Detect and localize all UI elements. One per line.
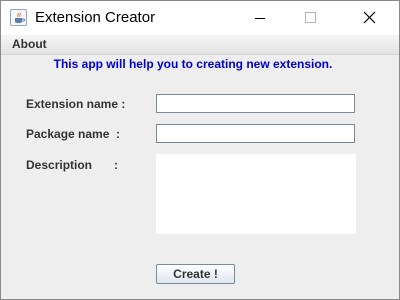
description-label: Description — [26, 158, 93, 172]
subtitle-text: This app will help you to creating new e… — [53, 57, 333, 71]
maximize-icon — [305, 12, 316, 23]
minimize-button[interactable] — [237, 1, 283, 35]
java-cup-icon — [10, 9, 27, 26]
window-title: Extension Creator — [35, 9, 156, 26]
app-window: Extension Creator About This app will he… — [0, 0, 400, 300]
package-name-label: Package name : — [26, 127, 121, 141]
minimize-icon — [255, 18, 265, 19]
description-colon: : — [114, 158, 118, 172]
extension-name-input[interactable] — [156, 94, 355, 113]
menu-bar: About — [1, 35, 399, 55]
maximize-button[interactable] — [287, 1, 333, 35]
menu-about[interactable]: About — [8, 37, 51, 51]
extension-name-label: Extension name : — [26, 97, 126, 111]
description-textarea[interactable] — [156, 154, 356, 234]
package-name-input[interactable] — [156, 124, 355, 143]
title-bar[interactable]: Extension Creator — [1, 1, 399, 35]
close-button[interactable] — [346, 1, 392, 35]
create-button[interactable]: Create ! — [156, 264, 235, 284]
close-icon — [363, 11, 376, 24]
